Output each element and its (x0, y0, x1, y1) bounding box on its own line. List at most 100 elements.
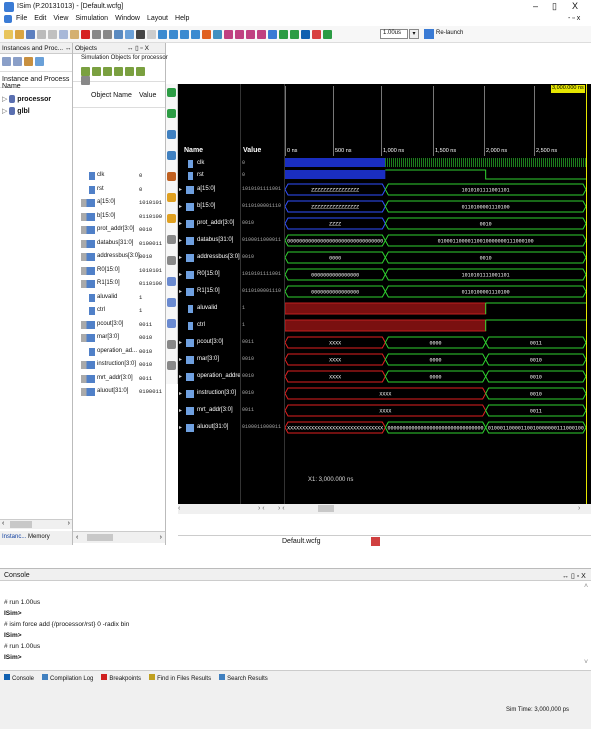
wave-signal-name[interactable]: rst (178, 170, 240, 182)
relaunch-icon[interactable] (424, 29, 434, 39)
filter-output-icon[interactable] (92, 67, 101, 76)
marker-icon[interactable] (202, 30, 211, 39)
wave-signal-name[interactable]: ▸ addressbus[3:0] (178, 252, 240, 264)
wave-signal-name[interactable]: ▸ operation_address (178, 371, 240, 383)
tab-instances[interactable]: Instanc... (2, 534, 26, 540)
zoom-in-icon[interactable] (158, 30, 167, 39)
zoom-out-icon[interactable] (169, 30, 178, 39)
object-row[interactable]: prot_addr[3:0] 0010 (73, 224, 166, 236)
expand-icon[interactable] (167, 319, 176, 328)
wave-signal-name[interactable]: ctrl (178, 320, 240, 332)
filter-var-icon[interactable] (136, 67, 145, 76)
search-icon[interactable] (167, 361, 176, 370)
filter-inout-icon[interactable] (103, 67, 112, 76)
snap-icon[interactable] (167, 277, 176, 286)
next-edge-icon[interactable] (235, 30, 244, 39)
zoom-fit-icon[interactable] (180, 30, 189, 39)
panel-controls[interactable]: ↔ ▯ ▫ X (127, 45, 149, 52)
cursor-icon[interactable] (147, 30, 156, 39)
expand-arrow-icon[interactable]: ▸ (179, 407, 182, 414)
marker-add-icon[interactable] (257, 30, 266, 39)
wave-signal-name[interactable]: ▸ aluout[31:0] (178, 422, 240, 434)
close-tab-icon[interactable] (371, 537, 380, 546)
expand-arrow-icon[interactable]: ▸ (179, 203, 182, 210)
copy-icon[interactable] (59, 30, 68, 39)
hierarchy-icon[interactable] (35, 57, 44, 66)
object-row[interactable]: pcout[3:0] 0011 (73, 319, 166, 331)
object-row[interactable]: instruction[3:0] 0010 (73, 359, 166, 371)
cursor-line[interactable] (586, 84, 587, 504)
cursor-icon[interactable] (167, 256, 176, 265)
tab-find-in-files-results[interactable]: Find in Files Results (149, 674, 211, 682)
minimize-button[interactable]: – (533, 1, 538, 11)
menu-edit[interactable]: Edit (34, 15, 46, 22)
maximize-button[interactable]: ▯ (552, 1, 557, 12)
break-icon[interactable] (312, 30, 321, 39)
run-all-icon[interactable] (279, 30, 288, 39)
expand-arrow-icon[interactable]: ▸ (179, 186, 182, 193)
paste-icon[interactable] (70, 30, 79, 39)
wave-signal-name[interactable]: ▸ pcout[3:0] (178, 337, 240, 349)
filter-input-icon[interactable] (81, 67, 90, 76)
expand-arrow-icon[interactable]: ▸ (179, 237, 182, 244)
object-row[interactable]: aluout[31:0] 0100011 (73, 386, 166, 398)
expand-arrow-icon[interactable]: ▸ (179, 339, 182, 346)
console-scroll-up[interactable]: ˄ (584, 583, 588, 590)
object-row[interactable]: clk 0 (73, 170, 166, 182)
new-icon[interactable] (4, 30, 13, 39)
console-scroll-down[interactable]: ˅ (584, 659, 588, 666)
instances-scrollbar[interactable]: ‹ › (0, 519, 72, 529)
tab-search-results[interactable]: Search Results (219, 674, 268, 682)
cut-icon[interactable] (48, 30, 57, 39)
tab-console[interactable]: Console (4, 674, 34, 682)
previous-marker-icon[interactable] (167, 193, 176, 202)
add-marker-icon[interactable] (167, 172, 176, 181)
print-icon[interactable] (37, 30, 46, 39)
zoom-icon[interactable] (125, 30, 134, 39)
object-row[interactable]: mar[3:0] 0010 (73, 332, 166, 344)
wave-signal-name[interactable]: ▸ databus[31:0] (178, 235, 240, 247)
find-icon[interactable] (114, 30, 123, 39)
wave-signal-name[interactable]: ▸ R0[15:0] (178, 269, 240, 281)
undo-icon[interactable] (92, 30, 101, 39)
expand-arrow-icon[interactable]: ▸ (179, 271, 182, 278)
instance-glbl[interactable]: ▷ glbl (2, 107, 30, 116)
filter-internal-icon[interactable] (114, 67, 123, 76)
menu-simulation[interactable]: Simulation (75, 15, 108, 22)
instance-processor[interactable]: ▷ processor (2, 95, 51, 104)
swap-cursors-icon[interactable] (167, 235, 176, 244)
collapse-icon[interactable] (13, 57, 22, 66)
run-time-input[interactable]: 1.00us (380, 29, 408, 39)
zoom-full-icon[interactable] (191, 30, 200, 39)
tab-default-wcfg[interactable]: Default.wcfg (282, 538, 321, 545)
redo-icon[interactable] (103, 30, 112, 39)
tab-breakpoints[interactable]: Breakpoints (101, 674, 141, 682)
tab-memory[interactable]: Memory (28, 534, 50, 540)
wave-signal-name[interactable]: ▸ b[15:0] (178, 201, 240, 213)
object-row[interactable]: R1[15:0] 0110100 (73, 278, 166, 290)
wave-signal-name[interactable]: ▸ R1[15:0] (178, 286, 240, 298)
menu-file[interactable]: File (16, 15, 27, 22)
panel-controls[interactable]: ↔ ▯ ▫ X (65, 45, 72, 52)
object-row[interactable]: R0[15:0] 1010101 (73, 265, 166, 277)
expand-arrow-icon[interactable]: ▸ (179, 254, 182, 261)
menu-view[interactable]: View (53, 15, 68, 22)
object-row[interactable]: rst 0 (73, 184, 166, 196)
filter-icon[interactable] (24, 57, 33, 66)
object-row[interactable]: a[15:0] 1010101 (73, 197, 166, 209)
expand-arrow-icon[interactable]: ▸ (179, 424, 182, 431)
object-row[interactable]: addressbus[3:0] 0010 (73, 251, 166, 263)
object-row[interactable]: operation_ad... 0010 (73, 346, 166, 358)
collapse-icon[interactable] (167, 340, 176, 349)
run-for-icon[interactable] (301, 30, 310, 39)
wave-signal-name[interactable]: ▸ prot_addr[3:0] (178, 218, 240, 230)
zoom-out-icon[interactable] (167, 109, 176, 118)
float-icon[interactable] (167, 298, 176, 307)
goto-icon[interactable] (136, 30, 145, 39)
objects-scrollbar[interactable]: ‹ › (73, 531, 165, 543)
relaunch-button[interactable]: Re-launch (436, 30, 463, 36)
menu-help[interactable]: Help (175, 15, 189, 22)
wave-signal-name[interactable]: ▸ mrt_addr[3:0] (178, 405, 240, 417)
object-row[interactable]: ctrl 1 (73, 305, 166, 317)
object-row[interactable]: aluvalid 1 (73, 292, 166, 304)
